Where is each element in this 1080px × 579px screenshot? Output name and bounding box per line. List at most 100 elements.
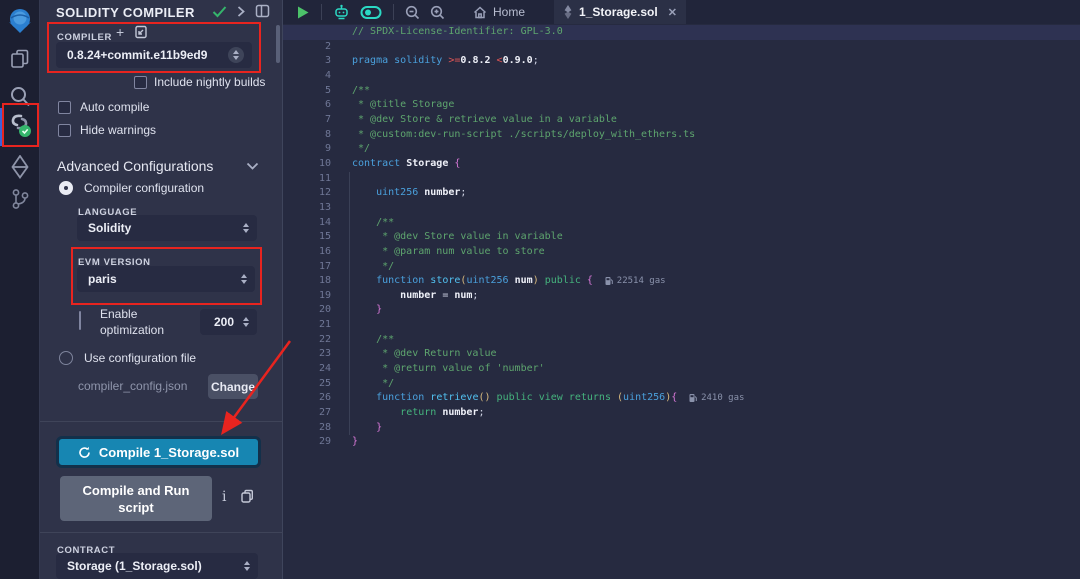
code-line[interactable]: /** — [352, 216, 1080, 231]
code-line[interactable]: } — [352, 421, 1080, 436]
code-editor[interactable]: 1234567891011121314151617181920212223242… — [283, 24, 1080, 579]
line-number[interactable]: 9 — [283, 142, 331, 157]
line-number[interactable]: 23 — [283, 347, 331, 362]
code-line[interactable]: * @title Storage — [352, 98, 1080, 113]
contract-select[interactable]: Storage (1_Storage.sol) — [56, 553, 258, 579]
line-number[interactable]: 26 — [283, 391, 331, 406]
run-script-play-icon[interactable] — [291, 5, 315, 20]
line-number[interactable]: 7 — [283, 113, 331, 128]
file-explorer-icon[interactable] — [0, 48, 40, 70]
nightly-builds-checkbox[interactable] — [134, 76, 147, 89]
line-number[interactable]: 29 — [283, 435, 331, 450]
code-line[interactable]: pragma solidity >=0.8.2 <0.9.0; — [352, 54, 1080, 69]
code-line[interactable]: */ — [352, 377, 1080, 392]
code-line[interactable]: number = num; — [352, 289, 1080, 304]
code-line[interactable]: */ — [352, 142, 1080, 157]
line-number[interactable]: 16 — [283, 245, 331, 260]
line-number[interactable]: 12 — [283, 186, 331, 201]
line-number[interactable]: 15 — [283, 230, 331, 245]
line-number[interactable]: 21 — [283, 318, 331, 333]
add-custom-compiler-icon[interactable]: + — [116, 24, 124, 40]
enable-optimization-checkbox[interactable] — [79, 312, 81, 330]
code-line[interactable]: * @dev Store & retrieve value in a varia… — [352, 113, 1080, 128]
search-icon[interactable] — [0, 85, 40, 108]
code-line[interactable]: contract Storage { — [352, 157, 1080, 172]
remix-ide-window: SOLIDITY COMPILER COMPILER + 0.8.24+comm… — [0, 0, 1080, 579]
line-number[interactable]: 19 — [283, 289, 331, 304]
code-line[interactable]: */ — [352, 260, 1080, 275]
line-number[interactable]: 6 — [283, 98, 331, 113]
collapse-panel-chevron-icon[interactable] — [236, 5, 246, 18]
pin-panel-icon[interactable] — [255, 4, 270, 18]
code-line[interactable]: function store(uint256 num) public { — [352, 274, 1080, 289]
code-line[interactable]: uint256 number; — [352, 186, 1080, 201]
line-number[interactable]: 18 — [283, 274, 331, 289]
language-select[interactable]: Solidity — [77, 215, 257, 241]
code-line[interactable]: * @return value of 'number' — [352, 362, 1080, 377]
auto-compile-checkbox[interactable] — [58, 101, 71, 114]
info-icon[interactable]: i — [222, 489, 226, 505]
open-file-icon[interactable] — [134, 25, 148, 39]
compile-and-run-button[interactable]: Compile and Run script — [60, 476, 212, 521]
line-number[interactable]: 17 — [283, 260, 331, 275]
code-line[interactable]: /** — [352, 333, 1080, 348]
editor-tabstrip: Home 1_Storage.sol ✕ — [283, 0, 1080, 24]
compile-button[interactable]: Compile 1_Storage.sol — [56, 436, 261, 468]
code-line[interactable]: return number; — [352, 406, 1080, 421]
close-icon[interactable]: ✕ — [668, 6, 677, 19]
remix-logo[interactable] — [0, 8, 40, 34]
line-number[interactable]: 24 — [283, 362, 331, 377]
git-branch-icon[interactable] — [0, 188, 40, 210]
line-number[interactable]: 13 — [283, 201, 331, 216]
tab-home[interactable]: Home — [464, 0, 534, 24]
refresh-icon — [78, 446, 91, 459]
code-line[interactable] — [352, 172, 1080, 187]
deploy-run-icon[interactable] — [0, 155, 40, 179]
compiler-version-select[interactable]: 0.8.24+commit.e11b9ed9 — [56, 42, 252, 68]
line-number[interactable]: 3 — [283, 54, 331, 69]
use-configuration-file-radio[interactable] — [59, 351, 73, 365]
line-number[interactable]: 4 — [283, 69, 331, 84]
code-line[interactable] — [352, 318, 1080, 333]
updown-stepper-icon[interactable] — [228, 47, 244, 63]
code-line[interactable] — [352, 201, 1080, 216]
solidity-compiler-icon[interactable] — [0, 112, 40, 142]
evm-version-select[interactable]: paris — [77, 266, 255, 292]
line-number[interactable]: 22 — [283, 333, 331, 348]
line-number[interactable]: 28 — [283, 421, 331, 436]
advanced-configurations-title[interactable]: Advanced Configurations — [57, 158, 213, 174]
line-number[interactable]: 20 — [283, 303, 331, 318]
code-line[interactable] — [352, 69, 1080, 84]
compiler-configuration-radio[interactable] — [59, 181, 73, 195]
line-number[interactable]: 8 — [283, 128, 331, 143]
code-line[interactable]: // SPDX-License-Identifier: GPL-3.0 — [283, 25, 1080, 40]
code-line[interactable]: * @dev Store value in variable — [352, 230, 1080, 245]
code-line[interactable]: } — [352, 435, 1080, 450]
optimization-runs-input[interactable]: 200 — [200, 309, 257, 335]
line-number[interactable]: 27 — [283, 406, 331, 421]
copy-icon[interactable] — [240, 489, 254, 504]
tab-1-storage-sol[interactable]: 1_Storage.sol ✕ — [554, 0, 686, 24]
zoom-in-icon[interactable] — [425, 5, 450, 20]
gutter[interactable]: 1234567891011121314151617181920212223242… — [283, 25, 331, 450]
ai-assistant-icon[interactable] — [328, 4, 355, 21]
chevron-down-icon[interactable] — [246, 162, 259, 171]
line-number[interactable]: 25 — [283, 377, 331, 392]
code-line[interactable]: * @dev Return value — [352, 347, 1080, 362]
line-number[interactable]: 11 — [283, 172, 331, 187]
line-number[interactable]: 10 — [283, 157, 331, 172]
line-number[interactable]: 5 — [283, 84, 331, 99]
ai-toggle-icon[interactable] — [355, 5, 387, 20]
code-line[interactable]: * @param num value to store — [352, 245, 1080, 260]
hide-warnings-checkbox[interactable] — [58, 124, 71, 137]
code-line[interactable]: /** — [352, 84, 1080, 99]
zoom-out-icon[interactable] — [400, 5, 425, 20]
code-line[interactable] — [352, 40, 1080, 55]
line-number[interactable]: 14 — [283, 216, 331, 231]
config-file-name[interactable]: compiler_config.json — [78, 379, 187, 393]
line-number[interactable]: 2 — [283, 40, 331, 55]
change-config-button[interactable]: Change — [208, 374, 258, 399]
panel-scrollbar-thumb[interactable] — [276, 25, 280, 63]
code-line[interactable]: } — [352, 303, 1080, 318]
code-line[interactable]: * @custom:dev-run-script ./scripts/deplo… — [352, 128, 1080, 143]
